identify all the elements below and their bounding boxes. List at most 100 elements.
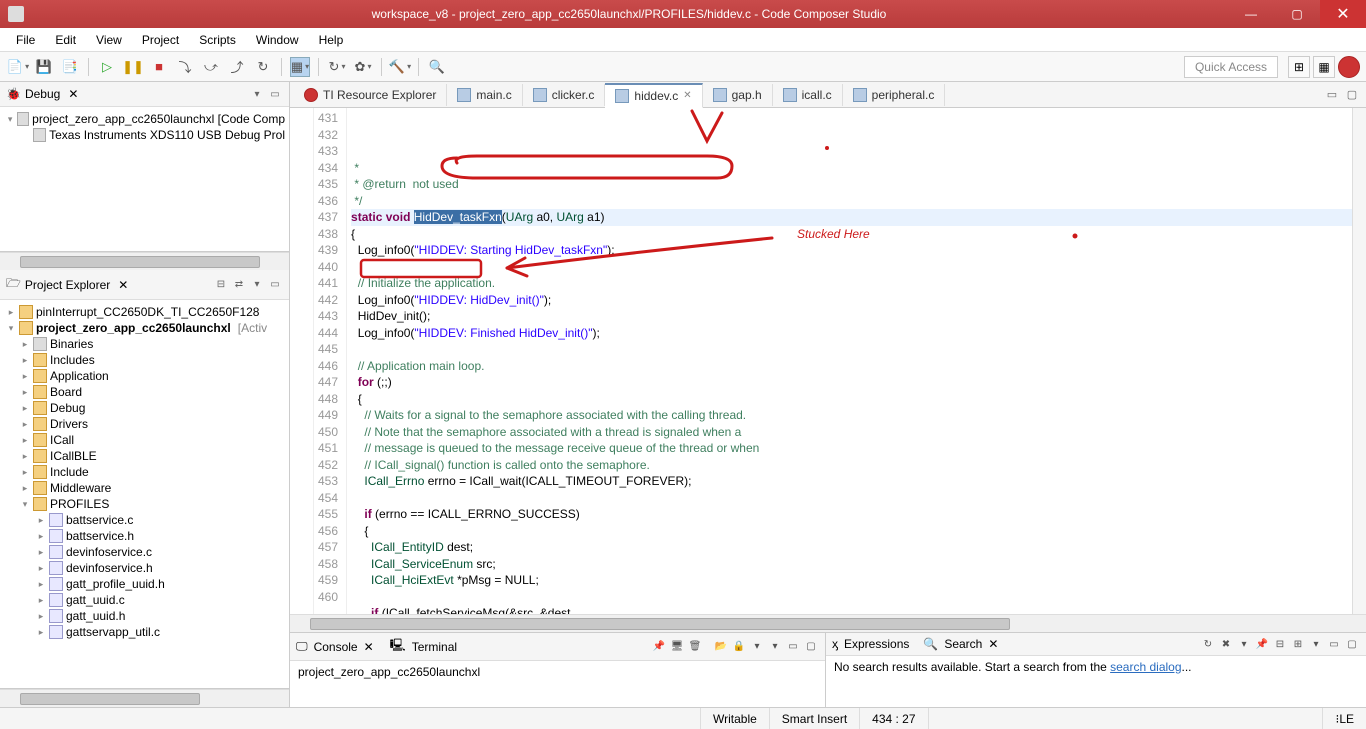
editor-tab[interactable]: main.c — [447, 84, 522, 106]
debug-hscroll[interactable] — [0, 252, 289, 270]
step-return-button[interactable]: ⤴ — [227, 57, 247, 77]
new-console-icon[interactable]: ▾ — [767, 639, 783, 655]
explorer-item[interactable]: ▸devinfoservice.h — [4, 560, 285, 576]
explorer-item[interactable]: ▸gatt_profile_uuid.h — [4, 576, 285, 592]
code-editor[interactable]: 4314324334344354364374384394404414424434… — [290, 108, 1366, 614]
expressions-tab[interactable]: Expressions — [844, 637, 909, 651]
menu-view[interactable]: View — [86, 30, 132, 50]
collapse-all-icon[interactable]: ⊟ — [213, 277, 229, 293]
grid-button[interactable]: ▦ — [290, 57, 310, 77]
close-icon[interactable]: ✕ — [118, 278, 128, 292]
history-icon[interactable]: ▾ — [1236, 636, 1252, 652]
clear-icon[interactable]: 🗑 — [687, 639, 703, 655]
editor-tab[interactable]: hiddev.c✕ — [605, 83, 702, 108]
ccs-debug-perspective[interactable] — [1338, 56, 1360, 78]
menu-project[interactable]: Project — [132, 30, 189, 50]
open-console-icon[interactable]: 📂 — [713, 639, 729, 655]
pin-icon[interactable]: 📌 — [1254, 636, 1270, 652]
scroll-lock-icon[interactable]: 🔒 — [731, 639, 747, 655]
minimize-editor-icon[interactable]: ▭ — [1324, 87, 1340, 103]
explorer-item[interactable]: ▸gatt_uuid.c — [4, 592, 285, 608]
new-button[interactable]: 📄 — [8, 57, 28, 77]
close-icon[interactable]: ✕ — [364, 640, 374, 654]
menu-scripts[interactable]: Scripts — [189, 30, 246, 50]
maximize-icon[interactable]: ▢ — [1344, 636, 1360, 652]
close-button[interactable]: ✕ — [1320, 0, 1366, 28]
save-button[interactable]: 💾 — [34, 57, 54, 77]
pin-icon[interactable]: 📌 — [651, 639, 667, 655]
explorer-item[interactable]: ▸devinfoservice.c — [4, 544, 285, 560]
bug-button[interactable]: ✿ — [353, 57, 373, 77]
editor-tab[interactable]: icall.c — [773, 84, 843, 106]
minimize-view-icon[interactable]: ▭ — [267, 277, 283, 293]
display-icon[interactable]: 🖥 — [669, 639, 685, 655]
editor-tab[interactable]: gap.h — [703, 84, 773, 106]
view-menu-icon[interactable]: ▾ — [249, 86, 265, 102]
editor-tab[interactable]: clicker.c — [523, 84, 606, 106]
explorer-item[interactable]: ▸Binaries — [4, 336, 285, 352]
search-dialog-link[interactable]: search dialog — [1110, 660, 1181, 674]
build-button[interactable]: 🔨 — [390, 57, 410, 77]
explorer-item[interactable]: ▸Board — [4, 384, 285, 400]
refresh-button[interactable]: ↻ — [327, 57, 347, 77]
save-all-button[interactable]: 📑 — [60, 57, 80, 77]
explorer-item[interactable]: ▸Middleware — [4, 480, 285, 496]
code-text[interactable]: Stucked Here * * @return not used */stat… — [347, 108, 1352, 614]
menu-help[interactable]: Help — [309, 30, 354, 50]
ccs-edit-perspective[interactable]: ▦ — [1313, 56, 1335, 78]
explorer-item[interactable]: ▸pinInterrupt_CC2650DK_TI_CC2650F128 — [4, 304, 285, 320]
maximize-icon[interactable]: ▢ — [803, 639, 819, 655]
explorer-item[interactable]: ▸Drivers — [4, 416, 285, 432]
editor-tab[interactable]: TI Resource Explorer — [294, 84, 447, 106]
explorer-hscroll[interactable] — [0, 689, 289, 707]
maximize-button[interactable]: ▢ — [1274, 0, 1320, 28]
stop-button[interactable]: ■ — [149, 57, 169, 77]
editor-tab[interactable]: peripheral.c — [843, 84, 946, 106]
step-over-button[interactable]: ⤻ — [201, 57, 221, 77]
explorer-item[interactable]: ▸ICallBLE — [4, 448, 285, 464]
close-icon[interactable]: ✕ — [683, 90, 691, 101]
explorer-item[interactable]: ▸ICall — [4, 432, 285, 448]
code-hscroll[interactable] — [290, 614, 1366, 632]
console-menu-icon[interactable]: ▾ — [749, 639, 765, 655]
view-menu-icon[interactable]: ▾ — [1308, 636, 1324, 652]
maximize-editor-icon[interactable]: ▢ — [1344, 87, 1360, 103]
expand-icon[interactable]: ⊞ — [1290, 636, 1306, 652]
restart-button[interactable]: ↻ — [253, 57, 273, 77]
close-icon[interactable]: ✕ — [988, 637, 998, 651]
explorer-item[interactable]: ▾PROFILES — [4, 496, 285, 512]
console-tab[interactable]: Console — [314, 640, 358, 654]
explorer-item[interactable]: ▸Includes — [4, 352, 285, 368]
minimize-icon[interactable]: ▭ — [1326, 636, 1342, 652]
search-button[interactable]: 🔍 — [427, 57, 447, 77]
cancel-icon[interactable]: ✖ — [1218, 636, 1234, 652]
explorer-item[interactable]: ▸battservice.c — [4, 512, 285, 528]
search-tab[interactable]: Search — [944, 637, 982, 651]
debug-item[interactable]: ▾project_zero_app_cc2650launchxl [Code C… — [4, 111, 285, 127]
explorer-item[interactable]: ▸Application — [4, 368, 285, 384]
explorer-item[interactable]: ▸gatt_uuid.h — [4, 608, 285, 624]
menu-edit[interactable]: Edit — [45, 30, 86, 50]
step-into-button[interactable]: ⤵ — [175, 57, 195, 77]
minimize-icon[interactable]: ▭ — [785, 639, 801, 655]
overview-ruler[interactable] — [1352, 108, 1366, 614]
terminal-tab[interactable]: Terminal — [412, 640, 457, 654]
collapse-icon[interactable]: ⊟ — [1272, 636, 1288, 652]
resume-button[interactable]: ▷ — [97, 57, 117, 77]
rerun-icon[interactable]: ↻ — [1200, 636, 1216, 652]
explorer-item[interactable]: ▸gattservapp_util.c — [4, 624, 285, 640]
explorer-item[interactable]: ▸Debug — [4, 400, 285, 416]
explorer-item[interactable]: ▸Include — [4, 464, 285, 480]
open-perspective-button[interactable]: ⊞ — [1288, 56, 1310, 78]
explorer-item[interactable]: ▾project_zero_app_cc2650launchxl[Activ — [4, 320, 285, 336]
menu-file[interactable]: File — [6, 30, 45, 50]
minimize-button[interactable]: — — [1228, 0, 1274, 28]
debug-item[interactable]: Texas Instruments XDS110 USB Debug Prol — [4, 127, 285, 143]
view-menu-icon[interactable]: ▾ — [249, 277, 265, 293]
close-icon[interactable]: ✕ — [68, 87, 78, 101]
minimize-view-icon[interactable]: ▭ — [267, 86, 283, 102]
menu-window[interactable]: Window — [246, 30, 309, 50]
pause-button[interactable]: ❚❚ — [123, 57, 143, 77]
quick-access-input[interactable]: Quick Access — [1184, 56, 1278, 78]
explorer-item[interactable]: ▸battservice.h — [4, 528, 285, 544]
